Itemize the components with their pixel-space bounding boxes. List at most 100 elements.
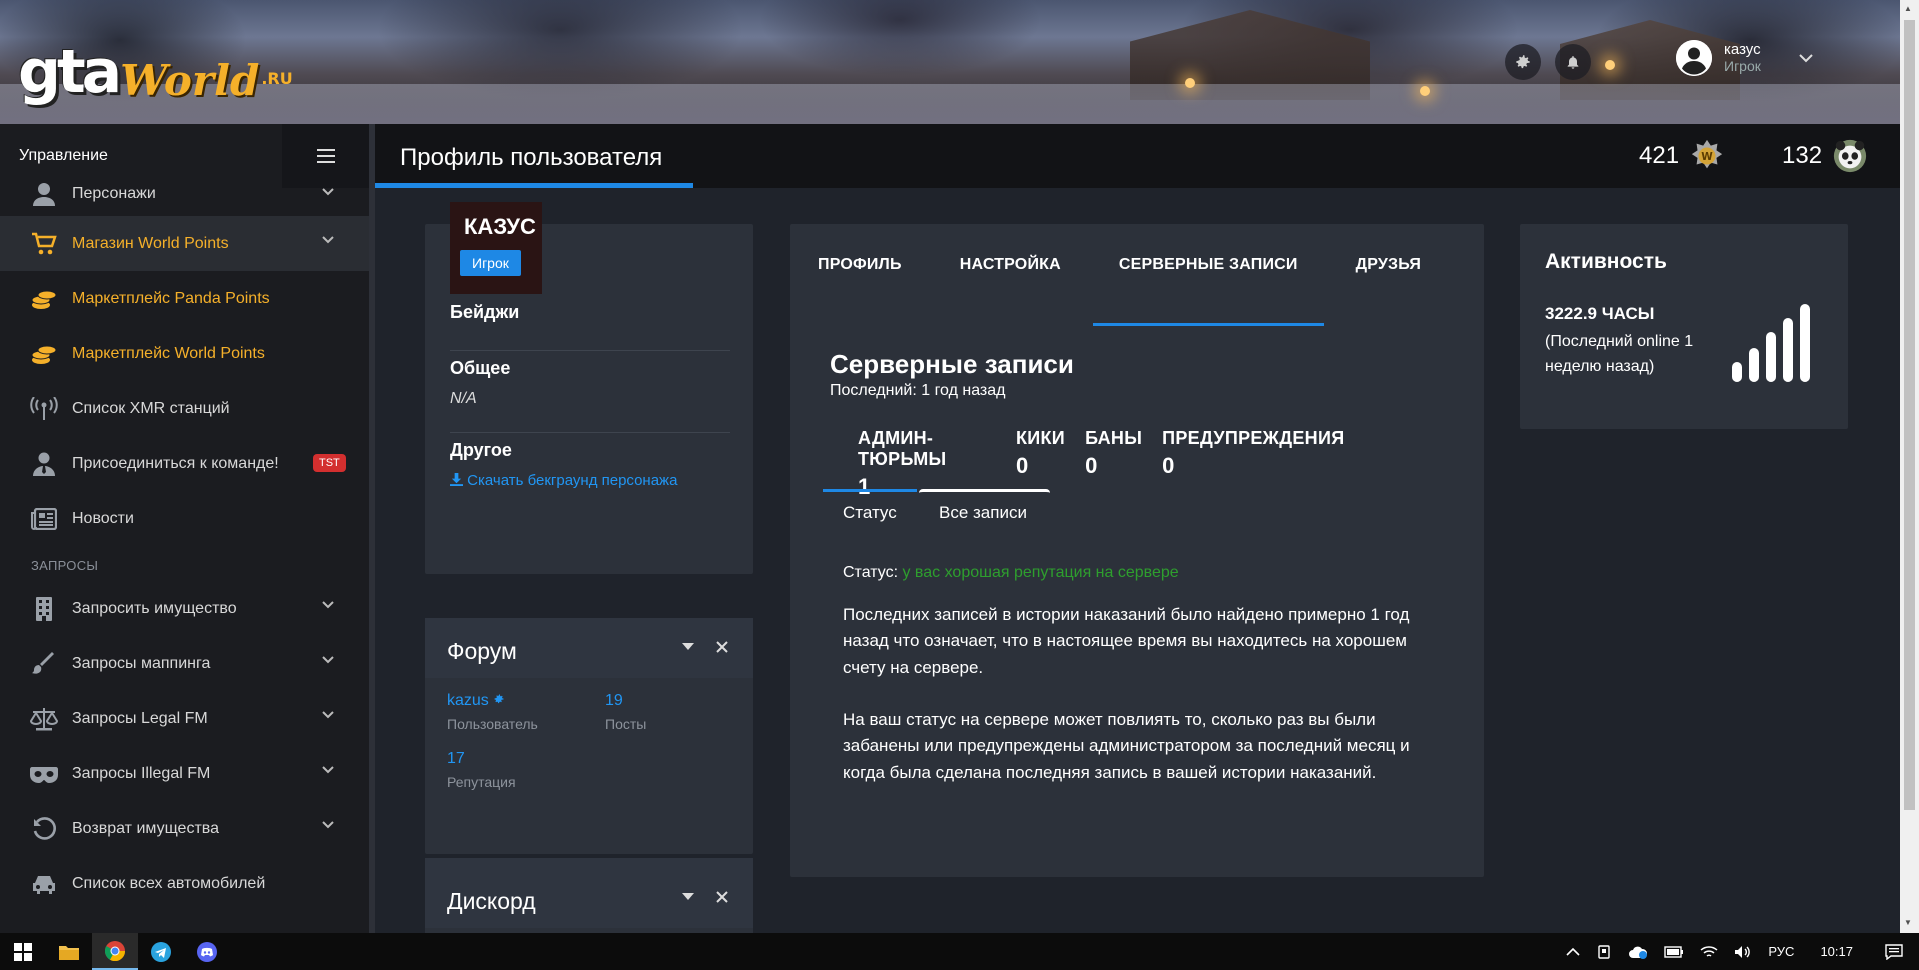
- panda-points-coin-icon: [1832, 138, 1868, 174]
- download-background-link[interactable]: Скачать бекграунд персонажа: [450, 472, 677, 489]
- tst-badge: TST: [313, 454, 346, 472]
- signal-bar: [1800, 304, 1810, 382]
- folder-icon: [59, 945, 79, 960]
- status-label: Статус:: [843, 564, 899, 581]
- sidebar-item-property-return[interactable]: Возврат имущества: [0, 801, 369, 856]
- sidebar-item-all-cars[interactable]: Список всех автомобилей: [0, 856, 369, 911]
- clock[interactable]: 10:17: [1820, 944, 1853, 959]
- sidebar-item-world-points-shop[interactable]: Магазин World Points: [0, 216, 369, 271]
- windows-icon: [14, 942, 32, 961]
- chevron-down-icon: [322, 236, 334, 244]
- counter-bans: БАНЫ 0: [1085, 428, 1143, 478]
- tab-friends[interactable]: ДРУЗЬЯ: [1356, 244, 1421, 308]
- close-icon[interactable]: [715, 890, 729, 904]
- page-title: Профиль пользователя: [400, 144, 663, 171]
- cart-icon: [30, 230, 58, 258]
- forum-posts-label: Посты: [605, 716, 647, 732]
- discord-title: Дискорд: [447, 888, 536, 914]
- scroll-down-arrow-icon[interactable]: ▼: [1904, 918, 1912, 927]
- logo-ru: .RU: [261, 69, 293, 88]
- sidebar-item-legal-fm-requests[interactable]: Запросы Legal FM: [0, 691, 369, 746]
- forum-username-label: Пользователь: [447, 716, 538, 732]
- settings-button[interactable]: [1505, 44, 1541, 80]
- sidebar: Управление Персонажи Магазин World Point…: [0, 124, 369, 933]
- close-icon[interactable]: [715, 640, 729, 654]
- chevron-down-icon: [322, 188, 334, 196]
- file-explorer-button[interactable]: [46, 933, 92, 970]
- subtab-all-records[interactable]: Все записи: [919, 489, 1050, 533]
- sidebar-item-xmr-stations[interactable]: Список XMR станций: [0, 381, 369, 436]
- sidebar-item-panda-marketplace[interactable]: Маркетплейс Panda Points: [0, 271, 369, 326]
- chevron-up-icon[interactable]: [1566, 947, 1580, 957]
- volume-icon[interactable]: [1734, 945, 1752, 959]
- banner-light: [1420, 86, 1430, 96]
- notifications-button[interactable]: [1555, 44, 1591, 80]
- tray-app-icon[interactable]: [1596, 944, 1612, 960]
- signal-bar: [1732, 362, 1742, 382]
- records-subtitle: Последний: 1 год назад: [830, 382, 1006, 399]
- forum-username-link[interactable]: kazus: [447, 692, 505, 710]
- site-logo[interactable]: gta World .RU: [18, 22, 293, 102]
- panda-points-balance[interactable]: 132: [1782, 138, 1868, 174]
- tab-server-records[interactable]: СЕРВЕРНЫЕ ЗАПИСИ: [1092, 244, 1324, 326]
- banner-light: [1185, 78, 1195, 88]
- sidebar-item-mapping-requests[interactable]: Запросы маппинга: [0, 636, 369, 691]
- start-button[interactable]: [0, 933, 46, 970]
- world-points-balance[interactable]: 421 W: [1639, 138, 1725, 174]
- chevron-down-icon: [1799, 54, 1813, 63]
- telegram-icon: [151, 941, 171, 962]
- page-scrollbar[interactable]: ▲ ▼: [1900, 0, 1919, 933]
- header-banner: gta World .RU казус Игрок: [0, 0, 1900, 124]
- signal-bar: [1749, 348, 1759, 382]
- scroll-up-arrow-icon[interactable]: ▲: [1904, 4, 1912, 13]
- server-records-card: ПРОФИЛЬ НАСТРОЙКА СЕРВЕРНЫЕ ЗАПИСИ ДРУЗЬ…: [790, 224, 1484, 877]
- status-value: у вас хорошая репутация на сервере: [902, 564, 1179, 581]
- chrome-icon: [105, 940, 125, 961]
- signal-bar: [1783, 318, 1793, 382]
- gear-icon: [494, 694, 504, 704]
- scrollbar-thumb[interactable]: [1904, 20, 1915, 810]
- language-indicator[interactable]: РУС: [1768, 944, 1794, 959]
- battery-icon[interactable]: [1664, 945, 1684, 958]
- avatar: [1676, 40, 1712, 76]
- chevron-down-icon: [322, 711, 334, 719]
- bell-icon: [1567, 56, 1579, 69]
- chrome-button[interactable]: [92, 933, 138, 970]
- brush-icon: [30, 650, 58, 678]
- coins-icon: [30, 285, 58, 313]
- activity-hours: 3222.9 ЧАСЫ: [1545, 304, 1655, 323]
- tab-profile[interactable]: ПРОФИЛЬ: [818, 244, 902, 308]
- sidebar-item-world-marketplace[interactable]: Маркетплейс World Points: [0, 326, 369, 381]
- gear-icon: [1516, 55, 1530, 69]
- caret-down-icon[interactable]: [681, 642, 695, 652]
- world-points-coin-icon: W: [1689, 138, 1725, 174]
- user-name: казус: [1724, 41, 1761, 59]
- discord-card: Дискорд: [425, 858, 753, 938]
- discord-button[interactable]: [184, 933, 230, 970]
- tab-settings[interactable]: НАСТРОЙКА: [960, 244, 1061, 308]
- subtab-status[interactable]: Статус: [823, 489, 917, 533]
- sidebar-item-illegal-fm-requests[interactable]: Запросы Illegal FM: [0, 746, 369, 801]
- telegram-button[interactable]: [138, 933, 184, 970]
- caret-down-icon[interactable]: [681, 892, 695, 902]
- wifi-icon[interactable]: [1700, 945, 1718, 959]
- notification-center-icon[interactable]: [1885, 943, 1903, 960]
- section-divider: [450, 350, 730, 351]
- sidebar-item-join-team[interactable]: Присоединиться к команде! TST: [0, 436, 369, 491]
- sidebar-item-characters[interactable]: Персонажи: [0, 172, 369, 216]
- chevron-down-icon: [322, 766, 334, 774]
- person-icon: [30, 180, 58, 208]
- profile-card: КАЗУС Игрок Бейджи Общее N/A Другое Скач…: [425, 202, 753, 574]
- profile-name-box: КАЗУС Игрок: [450, 202, 542, 294]
- main-content: КАЗУС Игрок Бейджи Общее N/A Другое Скач…: [375, 188, 1900, 938]
- user-tie-icon: [30, 450, 58, 478]
- cloud-icon[interactable]: [1628, 945, 1648, 959]
- panda-points-value: 132: [1782, 142, 1823, 169]
- user-menu[interactable]: казус Игрок: [1676, 40, 1813, 76]
- section-divider: [450, 432, 730, 433]
- forum-card: Форум kazus Пользователь 19 Посты 17 Реп…: [425, 618, 753, 854]
- sidebar-item-news[interactable]: Новости: [0, 491, 369, 546]
- newspaper-icon: [30, 505, 58, 533]
- sidebar-item-request-property[interactable]: Запросить имущество: [0, 581, 369, 636]
- page-header: Профиль пользователя 421 W 132: [375, 124, 1900, 188]
